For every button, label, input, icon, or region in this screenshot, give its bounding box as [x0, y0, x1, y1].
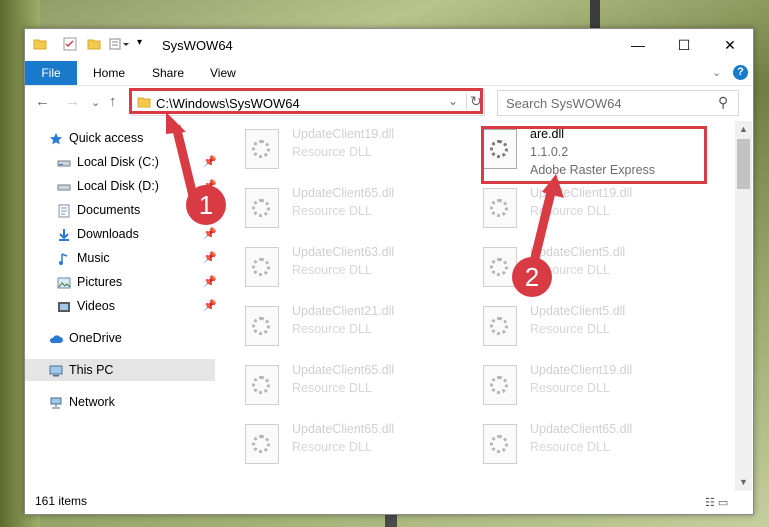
arrow-2-head	[542, 174, 564, 198]
annotation-arrows	[166, 112, 564, 272]
step-badge-2: 2	[512, 257, 552, 297]
step-badge-1: 1	[186, 185, 226, 225]
arrow-1-head	[166, 112, 186, 134]
